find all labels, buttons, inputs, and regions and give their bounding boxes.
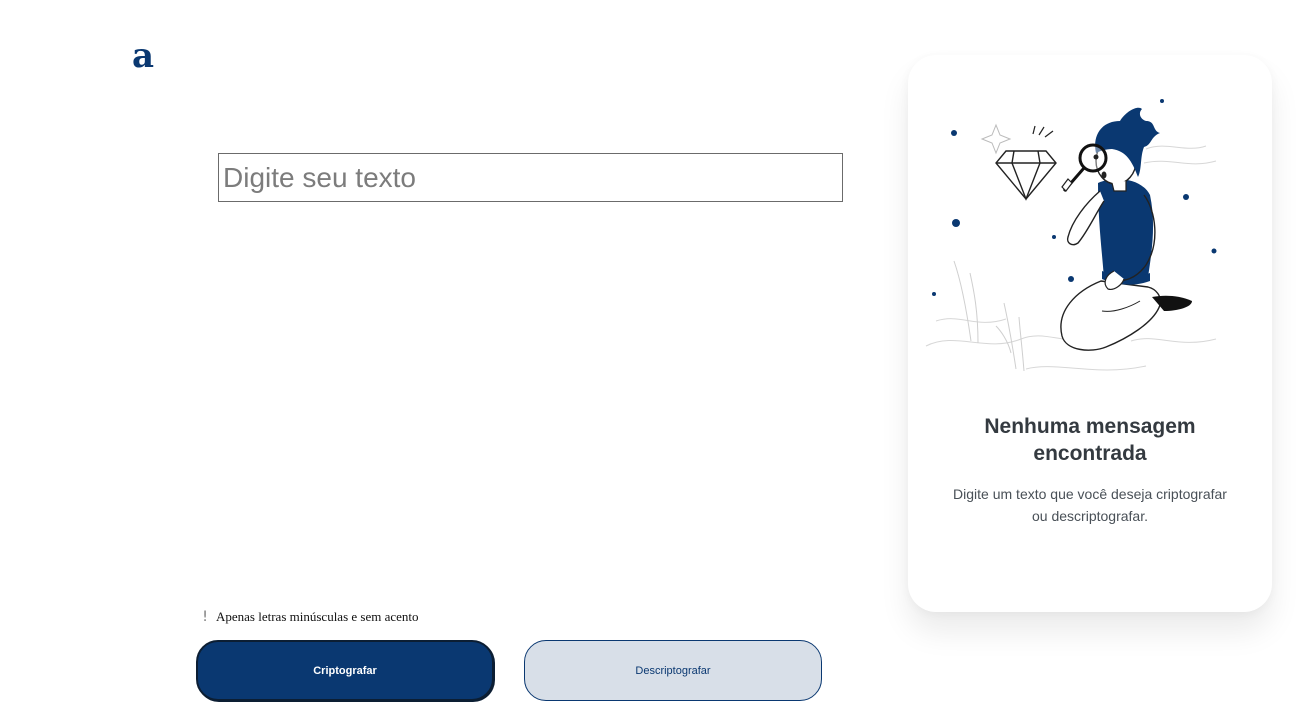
- message-input[interactable]: [218, 153, 843, 202]
- input-hint-text: Apenas letras minúsculas e sem acento: [216, 609, 419, 624]
- empty-state-title: Nenhuma mensagem encontrada: [984, 415, 1196, 465]
- logo[interactable]: a: [132, 34, 154, 78]
- output-panel: Nenhuma mensagem encontrada Digite um te…: [908, 55, 1272, 612]
- input-hint: ! Apenas letras minúsculas e sem acento: [200, 608, 419, 626]
- empty-state-description: Digite um texto que você deseja criptogr…: [953, 486, 1227, 524]
- exclamation-icon: !: [202, 609, 208, 625]
- encrypt-button[interactable]: Criptografar: [196, 640, 494, 701]
- decrypt-button[interactable]: Descriptografar: [524, 640, 822, 701]
- person-with-magnifying-glass-illustration: [925, 99, 1217, 372]
